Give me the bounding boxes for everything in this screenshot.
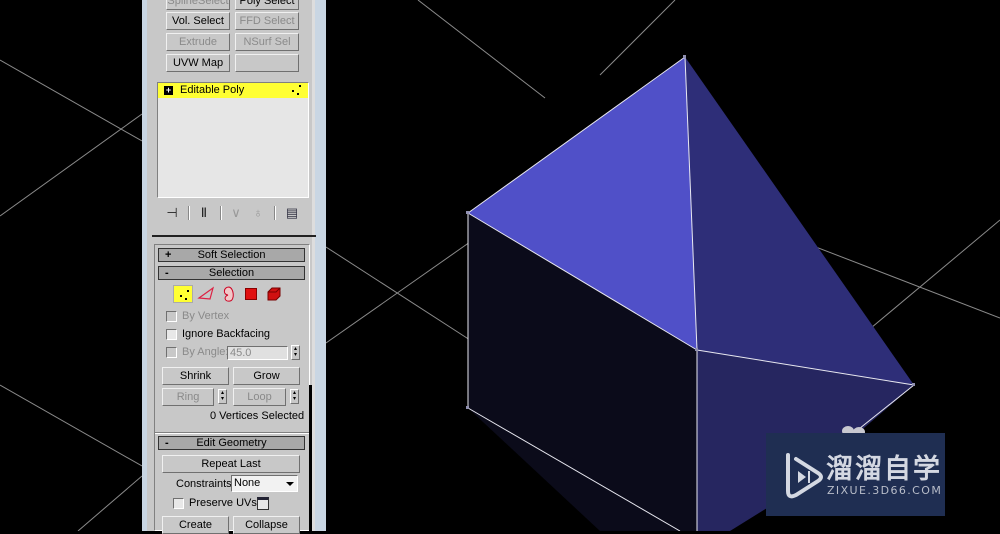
poly-select-button[interactable]: Poly Select — [235, 0, 299, 10]
grid-line — [326, 246, 471, 341]
rollout-sign: + — [165, 249, 172, 261]
polygon-level-icon[interactable] — [245, 288, 257, 300]
element-level-icon[interactable] — [265, 285, 285, 303]
by-vertex-checkbox[interactable] — [166, 311, 177, 322]
grid-line — [599, 0, 676, 76]
by-vertex-label: By Vertex — [182, 310, 230, 322]
loop-button[interactable]: Loop — [233, 388, 286, 406]
modifier-stack-list[interactable]: + Editable Poly — [157, 82, 309, 198]
grid-line — [0, 384, 142, 467]
extrude-button[interactable]: Extrude — [166, 33, 230, 51]
soft-selection-rollout-header[interactable]: + Soft Selection — [158, 248, 305, 262]
nsurf-sel-button[interactable]: NSurf Sel — [235, 33, 299, 51]
watermark-title: 溜溜自学 — [826, 454, 942, 485]
toolbar-divider — [274, 206, 276, 220]
stack-item-editable-poly[interactable]: + Editable Poly — [158, 83, 308, 98]
edge-level-icon[interactable] — [197, 285, 217, 303]
preserve-uvs-label: Preserve UVs — [189, 497, 257, 509]
repeat-last-button[interactable]: Repeat Last — [162, 455, 300, 473]
viewport-left[interactable] — [0, 0, 142, 531]
border-level-icon[interactable] — [219, 285, 239, 303]
rollout-title: Edit Geometry — [196, 437, 267, 449]
edit-geometry-rollout-header[interactable]: - Edit Geometry — [158, 436, 305, 450]
ignore-backfacing-checkbox[interactable] — [166, 329, 177, 340]
collapse-button[interactable]: Collapse — [233, 516, 300, 534]
ring-spinner[interactable]: ▴ ▾ — [218, 389, 227, 404]
by-angle-field[interactable]: 45.0 — [227, 346, 288, 360]
toolbar-divider — [220, 206, 222, 220]
vertex-dots-icon — [290, 84, 302, 96]
constraints-label: Constraints: — [176, 478, 235, 490]
pin-stack-icon[interactable]: ⊣ — [161, 203, 183, 223]
grid-line — [417, 0, 546, 99]
expand-icon[interactable]: + — [164, 86, 173, 95]
grid-line — [77, 475, 142, 531]
grow-button[interactable]: Grow — [233, 367, 300, 385]
grid-lines-left — [0, 59, 142, 531]
grid-line — [864, 219, 1000, 334]
vol-select-button[interactable]: Vol. Select — [166, 12, 230, 30]
constraints-dropdown[interactable]: None — [231, 475, 298, 492]
uvw-map-button[interactable]: UVW Map — [166, 54, 230, 72]
panel-scrollbar[interactable] — [309, 385, 312, 531]
constraints-value: None — [234, 477, 261, 489]
watermark-subtitle: ZIXUE.3D66.COM — [827, 484, 943, 497]
spline-select-button[interactable]: SplineSelect — [166, 0, 230, 10]
remove-modifier-icon[interactable]: ♁ — [247, 203, 269, 223]
selection-rollout-header[interactable]: - Selection — [158, 266, 305, 280]
shrink-button[interactable]: Shrink — [162, 367, 229, 385]
top-right-face — [685, 57, 914, 385]
by-angle-label: By Angle: — [182, 346, 229, 358]
create-button[interactable]: Create — [162, 516, 229, 534]
grid-line — [326, 241, 471, 344]
vertex-level-icon[interactable] — [173, 285, 193, 303]
toolbar-divider — [188, 206, 190, 220]
by-angle-spinner[interactable]: ▴ ▾ — [291, 345, 300, 360]
panel-divider — [152, 235, 316, 237]
loop-spinner[interactable]: ▴ ▾ — [290, 389, 299, 404]
configure-modifier-sets-icon[interactable]: ▤ — [281, 203, 303, 223]
watermark-logo: 溜溜自学 ZIXUE.3D66.COM — [766, 433, 945, 516]
chevron-down-icon — [286, 482, 294, 486]
by-angle-checkbox[interactable] — [166, 347, 177, 358]
show-end-result-icon[interactable]: Ⅱ — [193, 203, 215, 223]
selection-status: 0 Vertices Selected — [210, 410, 305, 422]
stack-item-label: Editable Poly — [180, 84, 245, 96]
ffd-select-button[interactable]: FFD Select — [235, 12, 299, 30]
rollout-title: Soft Selection — [197, 249, 266, 261]
rollout-sign: - — [165, 437, 169, 449]
preserve-uvs-settings-icon[interactable] — [257, 497, 269, 510]
make-unique-icon[interactable]: ∨ — [225, 203, 247, 223]
viewport-border — [315, 0, 326, 531]
preserve-uvs-checkbox[interactable] — [173, 498, 184, 509]
ignore-backfacing-label: Ignore Backfacing — [182, 328, 271, 340]
grid-line — [0, 113, 142, 217]
rollout-sign: - — [165, 267, 169, 279]
play-logo-icon — [786, 453, 823, 499]
ring-button[interactable]: Ring — [162, 388, 214, 406]
rollout-title: Selection — [208, 267, 255, 279]
stack-toolbar: ⊣ Ⅱ ∨ ♁ ▤ — [157, 203, 309, 223]
empty-modifier-button[interactable] — [235, 54, 299, 72]
